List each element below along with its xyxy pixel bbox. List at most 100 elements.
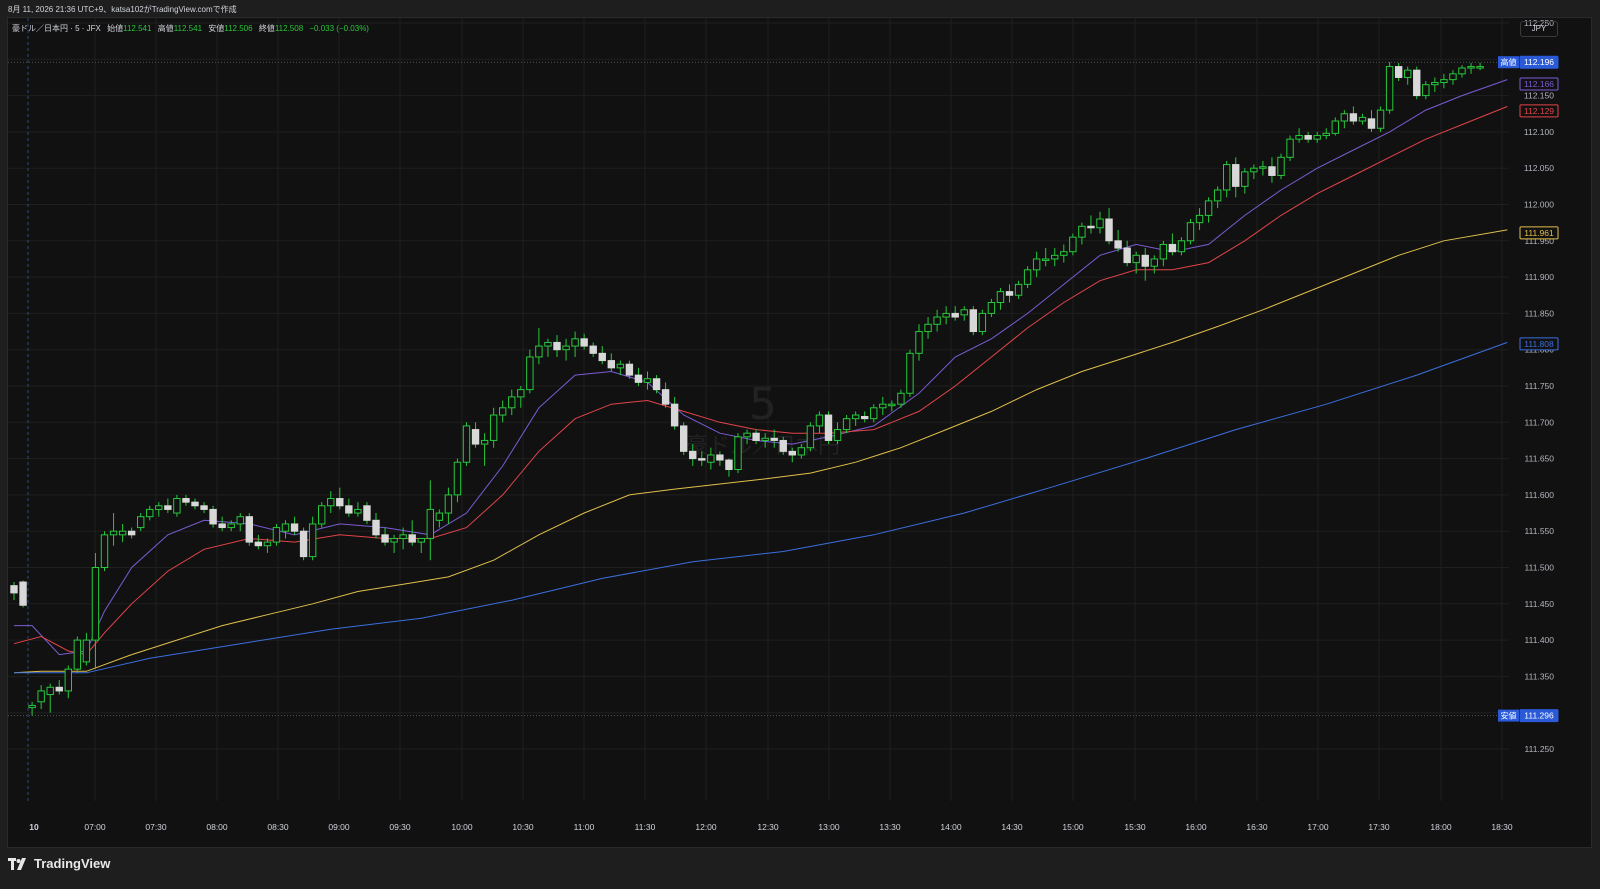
x-tick-label: 13:30 bbox=[879, 822, 901, 832]
candle-body bbox=[480, 439, 489, 445]
x-tick-label: 13:00 bbox=[818, 822, 840, 832]
candle-body bbox=[779, 439, 787, 452]
candle-body bbox=[960, 309, 968, 316]
candle bbox=[254, 534, 263, 550]
candle-body bbox=[453, 461, 462, 496]
brand-logo[interactable]: TradingView bbox=[8, 856, 110, 871]
candle-body bbox=[1449, 73, 1457, 81]
y-tick-label: 112.150 bbox=[1524, 91, 1554, 101]
candle-body bbox=[508, 396, 516, 409]
candle-body bbox=[752, 432, 760, 441]
x-tick-label: 14:30 bbox=[1001, 822, 1023, 832]
candle-body bbox=[1032, 258, 1041, 271]
candle-body bbox=[318, 505, 326, 525]
candle-body bbox=[1431, 82, 1439, 86]
candle bbox=[100, 531, 109, 572]
candle-body bbox=[1413, 69, 1421, 97]
candle-body bbox=[906, 352, 914, 394]
candle bbox=[1268, 157, 1276, 183]
candle bbox=[55, 680, 63, 695]
x-tick-label: 15:00 bbox=[1062, 822, 1084, 832]
candle bbox=[544, 338, 552, 357]
candle bbox=[1069, 233, 1077, 256]
candle-body bbox=[806, 425, 815, 449]
candle bbox=[91, 552, 100, 670]
candle bbox=[526, 349, 534, 394]
candle bbox=[146, 505, 154, 521]
candle bbox=[1394, 62, 1403, 82]
candle bbox=[942, 306, 950, 325]
chart-frame[interactable]: 5豪ドル／日本円112.250112.200112.150112.100112.… bbox=[7, 17, 1592, 848]
candle bbox=[1313, 131, 1321, 143]
y-tick-label: 112.100 bbox=[1524, 127, 1554, 137]
candle bbox=[924, 317, 932, 339]
legend-open-label: 始値 bbox=[107, 24, 124, 33]
candle bbox=[1014, 280, 1023, 299]
candle-body bbox=[28, 704, 36, 709]
candle-body bbox=[797, 447, 806, 456]
candle bbox=[1168, 233, 1177, 256]
candle bbox=[1051, 248, 1059, 267]
candle bbox=[336, 487, 344, 510]
candle-body bbox=[1358, 116, 1367, 122]
candle-body bbox=[770, 437, 778, 441]
candle bbox=[1322, 128, 1330, 140]
candle-body bbox=[734, 436, 742, 470]
candle-body bbox=[1295, 135, 1303, 140]
candle bbox=[318, 502, 326, 528]
candle-body bbox=[1051, 254, 1059, 260]
candle bbox=[806, 422, 815, 452]
candle bbox=[73, 636, 82, 673]
candle bbox=[978, 309, 987, 336]
candle-body bbox=[1105, 218, 1113, 242]
candle-body bbox=[1277, 156, 1285, 176]
candle-body bbox=[127, 530, 136, 536]
x-tick-label: 12:00 bbox=[695, 822, 717, 832]
candle-body bbox=[426, 508, 435, 539]
candle bbox=[155, 502, 163, 517]
legend-close-label: 終値 bbox=[258, 24, 275, 33]
candle bbox=[236, 513, 244, 532]
y-tick-label: 111.350 bbox=[1525, 671, 1555, 681]
currency-button[interactable]: JPY bbox=[1520, 21, 1558, 37]
candle-body bbox=[390, 537, 398, 543]
candle bbox=[1259, 160, 1267, 176]
candle bbox=[82, 632, 91, 666]
candle bbox=[200, 502, 208, 514]
candle-body bbox=[91, 567, 100, 641]
x-tick-label: 18:30 bbox=[1491, 822, 1513, 832]
candle bbox=[1286, 135, 1294, 161]
x-tick-label: 14:00 bbox=[940, 822, 962, 832]
candle-body bbox=[1259, 166, 1267, 169]
candle-body bbox=[743, 432, 751, 438]
candle-body bbox=[10, 585, 18, 594]
candle-body bbox=[879, 403, 887, 409]
candle bbox=[1105, 208, 1113, 245]
candle-body bbox=[1096, 218, 1104, 229]
price-tag-value: 112.166 bbox=[1524, 79, 1554, 89]
candle-body bbox=[824, 414, 833, 441]
y-tick-label: 111.550 bbox=[1525, 526, 1555, 536]
x-tick-label: 10:00 bbox=[451, 822, 473, 832]
candle-body bbox=[1376, 109, 1385, 129]
candle bbox=[1349, 106, 1358, 125]
candle-body bbox=[661, 389, 670, 405]
candle-body bbox=[634, 374, 643, 383]
candle-body bbox=[444, 494, 453, 514]
candle bbox=[861, 411, 869, 423]
x-tick-label: 11:30 bbox=[635, 822, 656, 832]
candle-body bbox=[1467, 66, 1475, 69]
candle-body bbox=[200, 505, 208, 510]
candle-body bbox=[1385, 66, 1394, 111]
candle bbox=[1204, 197, 1213, 223]
legend-close: 112.508 bbox=[274, 24, 304, 33]
candle bbox=[725, 458, 733, 477]
candle bbox=[1440, 73, 1448, 89]
y-tick-label: 111.450 bbox=[1525, 599, 1555, 609]
candle bbox=[290, 516, 299, 535]
candle-body bbox=[1322, 132, 1330, 137]
candle bbox=[508, 389, 516, 416]
legend-low: 112.506 bbox=[224, 24, 253, 33]
price-chart[interactable]: 5豪ドル／日本円112.250112.200112.150112.100112.… bbox=[8, 18, 1593, 849]
x-tick-label: 07:00 bbox=[84, 822, 106, 832]
